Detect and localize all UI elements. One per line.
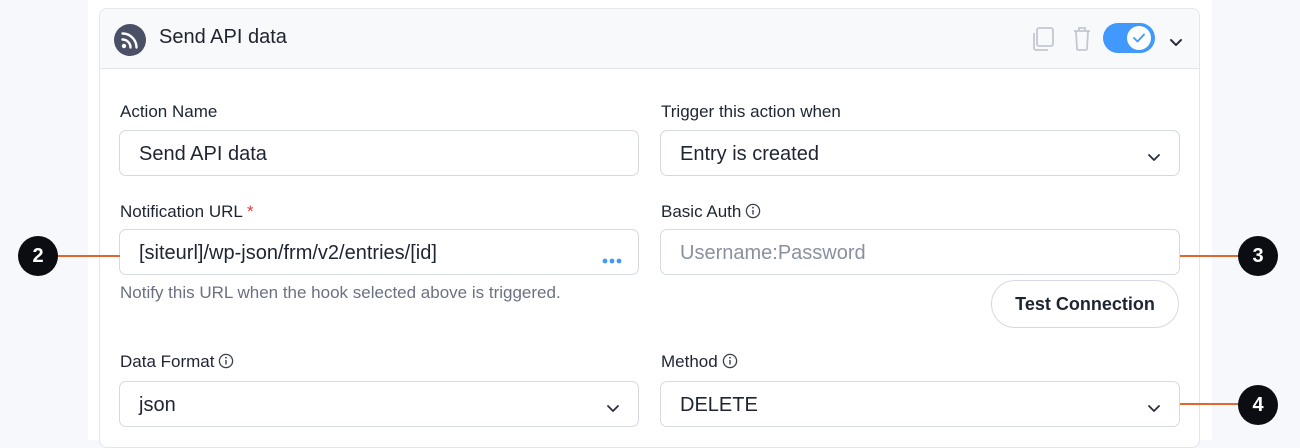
method-label-text: Method [661, 352, 718, 371]
check-icon [1133, 33, 1145, 43]
more-options-icon[interactable] [602, 251, 622, 269]
test-connection-button[interactable]: Test Connection [991, 280, 1179, 328]
basic-auth-input[interactable]: Username:Password [660, 229, 1180, 275]
toggle-knob [1127, 26, 1151, 50]
notification-url-help: Notify this URL when the hook selected a… [120, 283, 561, 302]
notification-url-input[interactable]: [siteurl]/wp-json/frm/v2/entries/[id] [119, 229, 639, 275]
rss-icon [114, 24, 146, 56]
action-name-label: Action Name [120, 102, 218, 121]
info-icon[interactable] [218, 353, 234, 374]
action-card-header[interactable]: Send API data [100, 9, 1199, 69]
notification-url-label-text: Notification URL [120, 202, 243, 221]
callout-line [1180, 403, 1240, 405]
notification-url-label: Notification URL * [120, 202, 254, 222]
callout-line [58, 255, 120, 257]
action-name-input[interactable]: Send API data [119, 130, 639, 176]
data-format-label: Data Format [120, 352, 234, 374]
data-format-select[interactable]: json [119, 381, 639, 427]
trigger-select[interactable]: Entry is created [660, 130, 1180, 176]
info-icon[interactable] [722, 353, 738, 374]
data-format-label-text: Data Format [120, 352, 215, 371]
action-card-title: Send API data [159, 26, 287, 48]
basic-auth-label: Basic Auth [661, 202, 761, 224]
callout-badge: 4 [1238, 385, 1278, 425]
basic-auth-label-text: Basic Auth [661, 202, 742, 221]
callout-badge: 3 [1238, 236, 1278, 276]
info-icon[interactable] [745, 203, 761, 224]
chevron-down-icon [1147, 400, 1161, 418]
chevron-down-icon [606, 400, 620, 418]
basic-auth-placeholder: Username:Password [680, 242, 866, 264]
callout-badge: 2 [18, 236, 58, 276]
chevron-down-icon[interactable] [1169, 34, 1183, 52]
callout-line [1180, 255, 1240, 257]
chevron-down-icon [1147, 149, 1161, 167]
trash-icon[interactable] [1072, 26, 1092, 57]
method-label: Method [661, 352, 738, 374]
method-value: DELETE [680, 394, 758, 416]
trigger-label: Trigger this action when [661, 102, 841, 121]
trigger-value: Entry is created [680, 143, 819, 165]
required-mark: * [246, 202, 254, 221]
duplicate-icon[interactable] [1031, 26, 1055, 57]
action-enabled-toggle[interactable] [1103, 23, 1155, 53]
action-name-value: Send API data [139, 143, 267, 165]
data-format-value: json [139, 394, 176, 416]
notification-url-value: [siteurl]/wp-json/frm/v2/entries/[id] [139, 242, 437, 264]
method-select[interactable]: DELETE [660, 381, 1180, 427]
